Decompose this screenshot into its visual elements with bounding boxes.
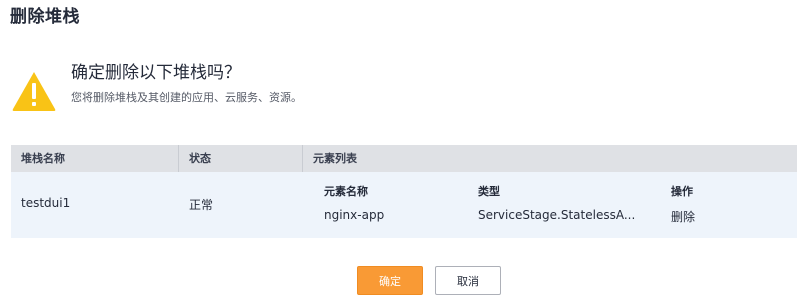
stack-name-cell: testdui1 [21,196,71,210]
dialog-title: 删除堆栈 [10,7,80,27]
element-column-action: 操作 [671,185,693,198]
stack-table: 堆栈名称 状态 元素列表 testdui1 正常 元素名称 类型 操作 ngin… [11,145,797,238]
cancel-button[interactable]: 取消 [435,266,501,295]
table-row: testdui1 正常 元素名称 类型 操作 nginx-app Service… [11,172,797,238]
element-column-type: 类型 [478,185,500,198]
warning-icon [12,72,56,111]
table-header: 堆栈名称 状态 元素列表 [11,145,797,172]
column-header-stack-name: 堆栈名称 [21,152,65,165]
element-type-cell: ServiceStage.StatelessA... [478,208,636,222]
confirm-heading: 确定删除以下堆栈吗？ [71,63,241,83]
element-delete-link[interactable]: 删除 [671,208,695,225]
stack-status-cell: 正常 [189,198,214,212]
confirm-description: 您将删除堆栈及其创建的应用、云服务、资源。 [71,91,302,104]
element-name-cell: nginx-app [324,208,385,222]
element-column-name: 元素名称 [324,185,368,198]
confirm-button[interactable]: 确定 [357,266,423,295]
column-header-elements: 元素列表 [313,152,357,165]
column-header-status: 状态 [189,152,211,165]
